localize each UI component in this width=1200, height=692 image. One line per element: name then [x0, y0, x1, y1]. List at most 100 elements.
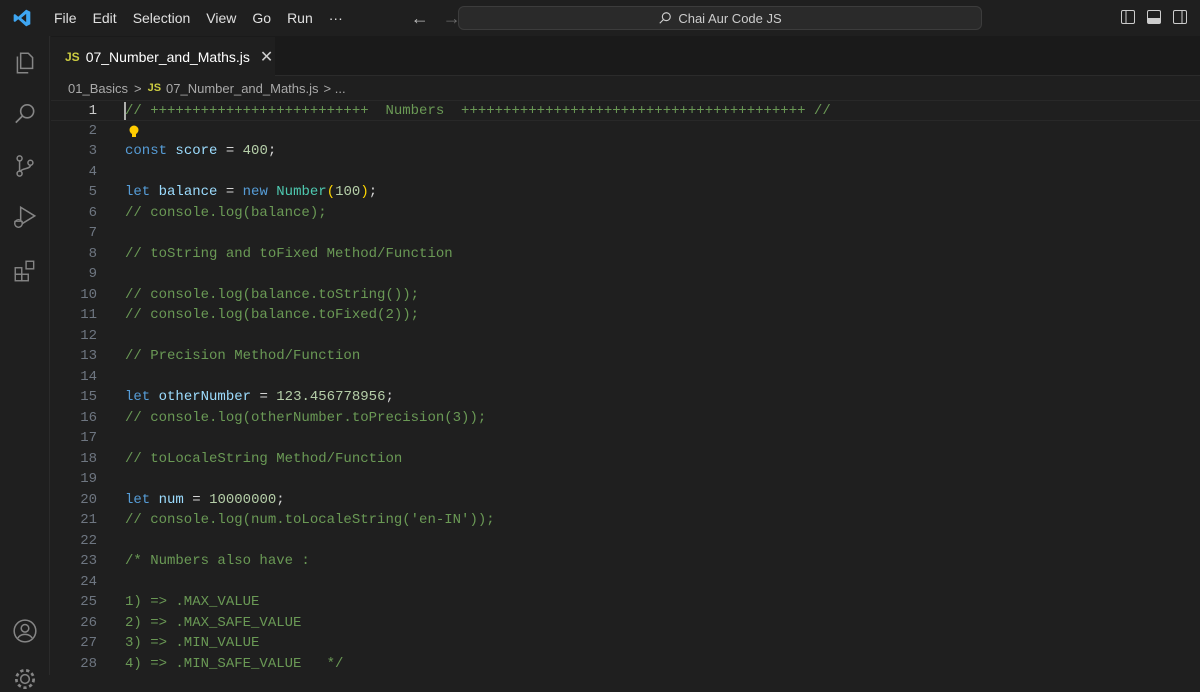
code-line[interactable]: 9 [51, 264, 1200, 285]
token: /* Numbers also have : [125, 553, 310, 569]
code-line[interactable]: 26 2) => .MAX_SAFE_VALUE [51, 613, 1200, 634]
token: ; [276, 491, 285, 508]
activity-bar [0, 36, 50, 690]
code-text: // console.log(otherNumber.toPrecision(3… [125, 408, 486, 429]
code-line[interactable]: 12 [51, 326, 1200, 347]
code-text: let otherNumber = 123.456778956; [125, 387, 394, 408]
code-line[interactable]: 4 [51, 162, 1200, 183]
tab-active-file[interactable]: JS 07_Number_and_Maths.js ✕ [51, 36, 275, 76]
token: 10000000 [209, 491, 277, 508]
code-line[interactable]: 25 1) => .MAX_VALUE [51, 592, 1200, 613]
vscode-logo-icon [13, 9, 31, 27]
code-line[interactable]: 7 [51, 223, 1200, 244]
extensions-icon[interactable] [12, 258, 38, 284]
breadcrumb-file[interactable]: 07_Number_and_Maths.js [166, 81, 318, 96]
code-text: // console.log(num.toLocaleString('en-IN… [125, 510, 495, 531]
breadcrumb-symbols[interactable]: > ... [324, 81, 346, 96]
code-text: // Precision Method/Function [125, 346, 360, 367]
accounts-icon[interactable] [12, 618, 38, 644]
text-cursor [124, 102, 126, 120]
code-line[interactable]: 18 // toLocaleString Method/Function [51, 449, 1200, 470]
lightbulb-icon[interactable] [128, 125, 140, 139]
token: = [183, 491, 210, 508]
menu-run[interactable]: Run [279, 0, 321, 36]
toggle-sidebar-icon[interactable] [1120, 9, 1136, 25]
code-line[interactable]: 23 /* Numbers also have : [51, 551, 1200, 572]
line-number: 26 [80, 614, 97, 631]
token: 123.456778956 [276, 389, 386, 405]
line-number: 23 [80, 553, 97, 569]
token: Number [276, 184, 327, 200]
close-icon[interactable]: ✕ [260, 47, 273, 67]
manage-gear-icon[interactable] [12, 666, 38, 692]
token: balance [158, 184, 218, 200]
token: ; [385, 389, 394, 405]
token: // console.log(balance.toFixed(2)); [125, 307, 420, 323]
toggle-secondary-sidebar-icon[interactable] [1172, 9, 1188, 25]
code-line[interactable]: 20 let num = 10000000; [51, 490, 1200, 511]
code-text: 1) => .MAX_VALUE [125, 592, 259, 613]
code-line[interactable]: 24 [51, 572, 1200, 593]
token: score [175, 143, 218, 159]
code-text: // console.log(balance); [125, 203, 327, 224]
code-text: // console.log(balance.toFixed(2)); [125, 305, 419, 326]
line-number: 2 [88, 122, 97, 139]
line-number: 25 [80, 594, 97, 610]
menu-file[interactable]: File [46, 0, 85, 36]
line-number: 8 [88, 245, 97, 262]
code-text: // toString and toFixed Method/Function [125, 244, 453, 265]
token: new [242, 184, 268, 200]
code-line[interactable]: 6 // console.log(balance); [51, 203, 1200, 224]
code-editor[interactable]: 1 // ++++++++++++++++++++++++++ Numbers +… [51, 100, 1200, 675]
menu-view[interactable]: View [198, 0, 244, 36]
token: 3) => .MIN_VALUE [125, 635, 260, 651]
token: let [125, 184, 151, 200]
breadcrumb-folder[interactable]: 01_Basics [68, 81, 128, 96]
code-line[interactable]: 21 // console.log(num.toLocaleString('en-… [51, 510, 1200, 531]
code-line[interactable]: 10 // console.log(balance.toString()); [51, 285, 1200, 306]
line-number: 10 [80, 286, 97, 303]
code-line[interactable]: 28 4) => .MIN_SAFE_VALUE */ [51, 654, 1200, 675]
code-line[interactable]: 2 [51, 121, 1200, 142]
token: ) [360, 184, 369, 200]
code-text: const score = 400; [125, 141, 276, 162]
code-line[interactable]: 15 let otherNumber = 123.456778956; [51, 387, 1200, 408]
line-number: 17 [80, 430, 97, 446]
code-line[interactable]: 1 // ++++++++++++++++++++++++++ Numbers +… [51, 100, 1200, 121]
run-debug-icon[interactable] [12, 204, 38, 230]
token: 1) => .MAX_VALUE [125, 594, 260, 610]
token: let [125, 389, 151, 405]
menu-edit[interactable]: Edit [85, 0, 125, 36]
code-line[interactable]: 5 let balance = new Number(100); [51, 182, 1200, 203]
code-line[interactable]: 22 [51, 531, 1200, 552]
back-arrow-icon[interactable]: ← [411, 8, 429, 29]
menu-bar: File Edit Selection View Go Run ··· [46, 0, 351, 36]
search-view-icon[interactable] [12, 101, 38, 127]
code-line[interactable]: 13 // Precision Method/Function [51, 346, 1200, 367]
token: // console.log(num.toLocaleString('en-IN… [125, 512, 495, 528]
token: 4) => .MIN_SAFE_VALUE */ [125, 655, 344, 672]
line-number: 5 [88, 184, 97, 200]
code-line[interactable]: 17 [51, 428, 1200, 449]
token: otherNumber [158, 389, 252, 405]
code-line[interactable]: 14 [51, 367, 1200, 388]
tab-label: 07_Number_and_Maths.js [85, 48, 250, 65]
code-line[interactable]: 19 [51, 469, 1200, 490]
code-line[interactable]: 11 // console.log(balance.toFixed(2)); [51, 305, 1200, 326]
menu-selection[interactable]: Selection [125, 0, 199, 36]
source-control-icon[interactable] [12, 153, 38, 179]
token: = [217, 143, 243, 159]
toggle-panel-icon[interactable] [1146, 9, 1162, 25]
menu-go[interactable]: Go [244, 0, 279, 36]
code-text: let balance = new Number(100); [125, 182, 377, 203]
code-line[interactable]: 3 const score = 400; [51, 141, 1200, 162]
code-line[interactable]: 8 // toString and toFixed Method/Function [51, 244, 1200, 265]
code-line[interactable]: 27 3) => .MIN_VALUE [51, 633, 1200, 654]
line-number: 27 [80, 635, 97, 651]
explorer-icon[interactable] [12, 50, 38, 76]
code-line[interactable]: 16 // console.log(otherNumber.toPrecision… [51, 408, 1200, 429]
command-center-search[interactable]: Chai Aur Code JS [458, 6, 982, 30]
menu-more[interactable]: ··· [321, 0, 351, 36]
